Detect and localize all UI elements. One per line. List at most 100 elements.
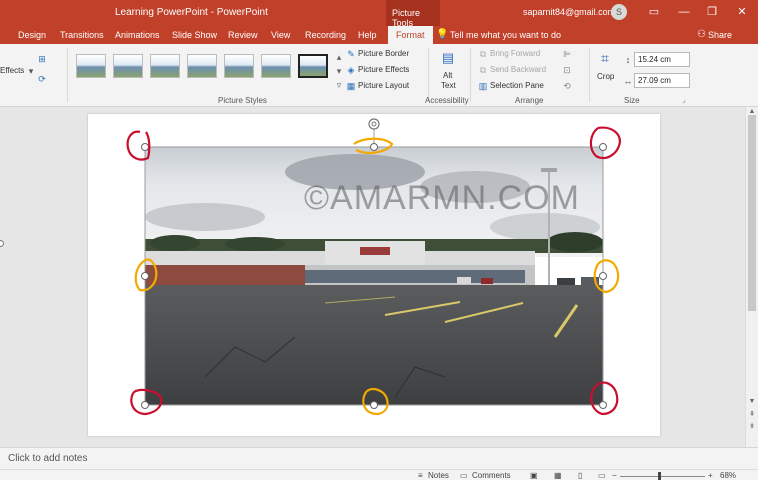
- picture-layout-button[interactable]: Picture Layout: [358, 81, 409, 90]
- corner-handle-annotation: [590, 381, 619, 416]
- selection-pane-button[interactable]: Selection Pane: [490, 81, 544, 90]
- resize-handle-top[interactable]: [370, 143, 378, 151]
- comments-icon: ▭: [460, 471, 468, 480]
- alt-text-icon[interactable]: ▤: [441, 50, 455, 66]
- picture-style-thumb-selected[interactable]: [298, 54, 328, 78]
- reading-view-icon[interactable]: ▯: [578, 471, 582, 480]
- comments-button[interactable]: Comments: [472, 471, 511, 480]
- rotate-icon[interactable]: ⟳: [36, 74, 48, 84]
- notes-toggle-button[interactable]: Notes: [428, 471, 449, 480]
- resize-handle-top-right[interactable]: [599, 143, 607, 151]
- previous-slide-icon[interactable]: ⇞: [746, 410, 758, 419]
- vertical-scrollbar[interactable]: ▲ ▼ ⇞ ⇟: [745, 107, 758, 447]
- slide-canvas[interactable]: ©AMARMN.COM: [88, 114, 660, 436]
- ribbon: Effects ▾ ⊞ ⟳ ▴ ▾ ▿ ✎ Picture Border ◈ P…: [0, 44, 758, 107]
- share-button[interactable]: Share: [708, 30, 732, 40]
- scroll-down-icon[interactable]: ▼: [746, 397, 758, 406]
- zoom-out-icon[interactable]: −: [612, 471, 617, 480]
- picture-tools-contextual-tab: Picture Tools: [386, 0, 440, 28]
- picture-style-thumb[interactable]: [113, 54, 143, 78]
- gallery-scroll-down-icon[interactable]: ▾: [333, 66, 345, 76]
- avatar[interactable]: S: [611, 4, 627, 20]
- tab-help[interactable]: Help: [358, 30, 377, 40]
- zoom-slider-knob[interactable]: [658, 472, 661, 480]
- person-icon: ⚇: [697, 29, 706, 40]
- alt-text-label-1[interactable]: Alt: [443, 71, 452, 80]
- size-group-label: Size: [624, 96, 640, 105]
- tab-review[interactable]: Review: [228, 30, 258, 40]
- notes-pane[interactable]: Click to add notes: [0, 447, 758, 469]
- resize-handle-bottom-right[interactable]: [599, 401, 607, 409]
- notes-placeholder[interactable]: Click to add notes: [8, 453, 88, 464]
- tell-me-search[interactable]: Tell me what you want to do: [450, 30, 561, 40]
- close-icon[interactable]: ✕: [733, 4, 751, 20]
- size-dialog-launcher-icon[interactable]: ⌟: [678, 96, 690, 106]
- effects-button[interactable]: Effects: [0, 66, 24, 75]
- rotate-objects-icon[interactable]: ⟲: [561, 81, 573, 91]
- tab-view[interactable]: View: [271, 30, 290, 40]
- resize-handle-bottom-left[interactable]: [141, 401, 149, 409]
- picture-layout-icon: ▦: [346, 81, 356, 91]
- maximize-icon[interactable]: ❐: [703, 4, 721, 20]
- resize-handle-top-left[interactable]: [141, 143, 149, 151]
- picture-style-thumb[interactable]: [224, 54, 254, 78]
- width-input[interactable]: 27.09 cm: [634, 73, 690, 88]
- minimize-icon[interactable]: —: [675, 4, 693, 20]
- selection-pane-icon: ▥: [478, 81, 488, 91]
- picture-border-icon: ✎: [347, 49, 355, 59]
- slide-sorter-icon[interactable]: ▦: [554, 471, 562, 480]
- picture-effects-icon: ◈: [347, 65, 355, 75]
- send-backward-icon: ⧉: [479, 65, 487, 75]
- zoom-in-icon[interactable]: +: [708, 471, 713, 480]
- picture-border-button[interactable]: Picture Border: [358, 49, 409, 58]
- lightbulb-icon: 💡: [436, 29, 449, 40]
- zoom-slider-track[interactable]: [620, 476, 705, 477]
- tab-slide-show[interactable]: Slide Show: [172, 30, 217, 40]
- width-icon: ↔: [623, 76, 633, 86]
- picture-style-thumb[interactable]: [76, 54, 106, 78]
- slide-editing-area: ©AMARMN.COM: [0, 107, 745, 447]
- ribbon-display-icon[interactable]: ▭: [645, 4, 663, 20]
- group-icon[interactable]: ⊞: [36, 54, 48, 64]
- height-icon: ↕: [625, 55, 631, 65]
- rotate-handle-icon[interactable]: [368, 118, 380, 130]
- align-icon[interactable]: ⊫: [561, 49, 573, 59]
- tab-animations[interactable]: Animations: [115, 30, 160, 40]
- slide-show-icon[interactable]: ▭: [598, 471, 606, 480]
- crop-button[interactable]: Crop: [597, 72, 614, 81]
- title-bar: Learning PowerPoint - PowerPoint Picture…: [0, 0, 758, 28]
- alt-text-label-2[interactable]: Text: [441, 81, 456, 90]
- zoom-level[interactable]: 68%: [720, 471, 736, 480]
- ribbon-separator: [428, 48, 429, 102]
- tab-transitions[interactable]: Transitions: [60, 30, 104, 40]
- picture-effects-button[interactable]: Picture Effects: [358, 65, 409, 74]
- scroll-thumb[interactable]: [748, 115, 756, 311]
- resize-handle-left[interactable]: [141, 272, 149, 280]
- resize-handle-right[interactable]: [599, 272, 607, 280]
- next-slide-icon[interactable]: ⇟: [746, 422, 758, 431]
- tab-format[interactable]: Format: [388, 26, 433, 44]
- ribbon-separator: [589, 48, 590, 102]
- normal-view-icon[interactable]: ▣: [530, 471, 538, 480]
- user-email[interactable]: saparnit84@gmail.com: [523, 7, 615, 17]
- send-backward-button[interactable]: Send Backward: [490, 65, 546, 74]
- picture-styles-gallery: [72, 52, 332, 90]
- bring-forward-icon: ⧉: [479, 49, 487, 59]
- group-objects-icon[interactable]: ⊡: [561, 65, 573, 75]
- picture-tools-label: Picture Tools: [392, 8, 421, 28]
- status-bar: ≡ Notes ▭ Comments ▣ ▦ ▯ ▭ − + 68%: [0, 469, 758, 480]
- height-input[interactable]: 15.24 cm: [634, 52, 690, 67]
- tab-design[interactable]: Design: [18, 30, 46, 40]
- accessibility-group-label: Accessibility: [425, 96, 469, 105]
- tab-recording[interactable]: Recording: [305, 30, 346, 40]
- left-edge-handle[interactable]: [0, 240, 4, 247]
- picture-style-thumb[interactable]: [150, 54, 180, 78]
- selection-overlay: [126, 118, 622, 416]
- picture-style-thumb[interactable]: [187, 54, 217, 78]
- resize-handle-bottom[interactable]: [370, 401, 378, 409]
- gallery-more-icon[interactable]: ▿: [333, 80, 345, 90]
- picture-style-thumb[interactable]: [261, 54, 291, 78]
- bring-forward-button[interactable]: Bring Forward: [490, 49, 540, 58]
- crop-icon[interactable]: ⌗: [597, 50, 613, 66]
- gallery-scroll-up-icon[interactable]: ▴: [333, 52, 345, 62]
